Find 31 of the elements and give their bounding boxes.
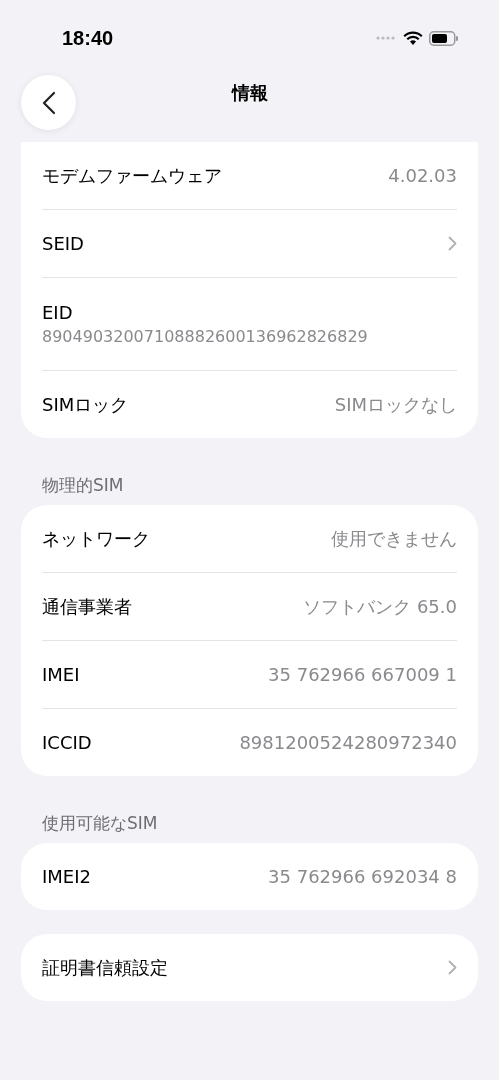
page-title: 情報 <box>231 81 268 105</box>
back-button[interactable] <box>21 75 76 130</box>
row-value: 8981200524280972340 <box>239 732 457 753</box>
row-value: 使用できません <box>331 526 457 551</box>
row-label: IMEI2 <box>42 866 91 887</box>
row-label: 通信事業者 <box>42 594 132 619</box>
section-header: 物理的SIM <box>41 474 125 497</box>
chevron-icon <box>448 960 457 975</box>
row-value: 35 762966 667009 1 <box>268 664 457 685</box>
row-label: ICCID <box>42 732 92 753</box>
back-icon <box>41 90 56 115</box>
row-value: 89049032007108882600136962826829 <box>42 327 368 346</box>
row-value: ソフトバンク 65.0 <box>303 594 457 619</box>
section-header: 使用可能なSIM <box>41 812 159 835</box>
chevron-icon <box>448 236 457 251</box>
row-label: SEID <box>42 233 84 254</box>
row-label: IMEI <box>42 664 80 685</box>
signal-icon <box>375 35 397 41</box>
row-label: EID <box>42 302 73 323</box>
settings-row[interactable]: 証明書信頼設定 <box>42 934 457 1001</box>
settings-row[interactable]: SEID <box>42 210 457 277</box>
row-value: 4.02.03 <box>388 165 457 186</box>
row-label: ネットワーク <box>42 526 150 551</box>
status-time: 18:40 <box>62 26 114 50</box>
battery-icon <box>429 30 459 46</box>
row-label: 証明書信頼設定 <box>42 955 168 980</box>
row-label: モデムファームウェア <box>42 163 222 188</box>
row-label: SIMロック <box>42 392 129 417</box>
row-value: 35 762966 692034 8 <box>268 866 457 887</box>
wifi-icon <box>403 30 423 46</box>
row-value: SIMロックなし <box>334 392 457 417</box>
